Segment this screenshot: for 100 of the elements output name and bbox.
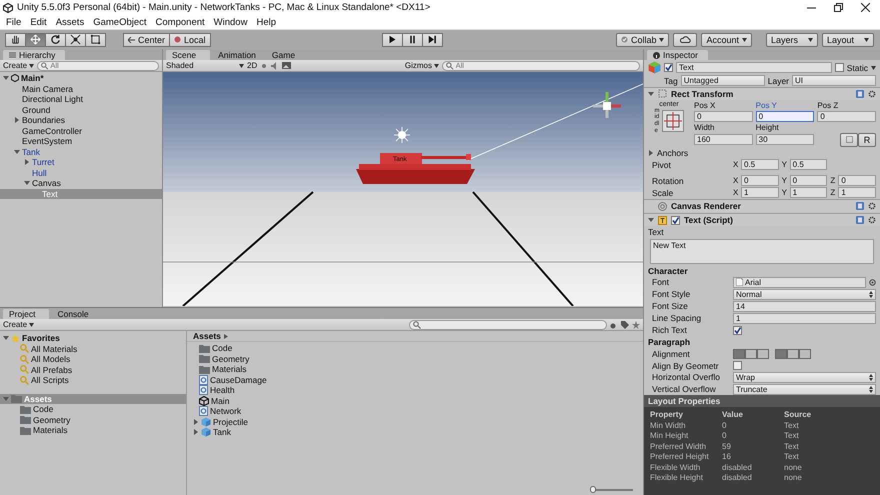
number-field[interactable]: 0 [838, 175, 876, 186]
vertical-align-button[interactable] [787, 348, 799, 359]
view-tab[interactable]: Scene [166, 50, 210, 60]
hierarchy-item[interactable]: Directional Light [0, 94, 162, 104]
object-picker-icon[interactable] [869, 278, 876, 286]
number-field[interactable]: 0.5 [790, 159, 828, 170]
asset-item[interactable]: Materials [193, 364, 643, 374]
menu-item[interactable]: Edit [30, 16, 47, 28]
position-field[interactable]: 0 [756, 110, 814, 122]
blueprint-mode-button[interactable] [840, 132, 858, 147]
asset-item[interactable]: Code [193, 343, 643, 354]
favorite-search-item[interactable]: All Scripts [0, 375, 186, 386]
number-field[interactable]: 1 [838, 187, 876, 198]
dropdown[interactable]: Normal [733, 288, 876, 300]
vertical-align-button[interactable] [775, 348, 787, 359]
hierarchy-item[interactable]: Turret [0, 157, 162, 168]
expanded-arrow-icon[interactable] [3, 75, 9, 82]
position-field[interactable]: 0 [694, 110, 753, 122]
hierarchy-tab[interactable]: Hierarchy [3, 50, 66, 60]
expanded-arrow-icon[interactable] [3, 335, 9, 342]
hierarchy-item[interactable]: Boundaries [0, 115, 162, 126]
collapsed-arrow-icon[interactable] [24, 159, 30, 166]
folder-item[interactable]: Code [0, 404, 186, 414]
scene-root-item[interactable]: Main* [0, 73, 162, 84]
cloud-button[interactable] [673, 32, 698, 46]
size-field[interactable]: 160 [694, 134, 753, 146]
shading-dropdown[interactable]: Shaded [166, 61, 244, 70]
number-field[interactable]: 1 [733, 312, 876, 324]
size-field[interactable]: 30 [756, 134, 814, 146]
horizontal-align-button[interactable] [757, 348, 769, 359]
pivot-toggle[interactable]: Center [123, 32, 170, 46]
image-icon[interactable] [282, 62, 292, 69]
hierarchy-item[interactable]: Hull [0, 168, 162, 178]
favorite-search-item[interactable]: All Models [0, 354, 186, 364]
panel-tab[interactable]: Console [51, 309, 103, 319]
asset-item[interactable]: Network [193, 406, 643, 416]
hierarchy-item[interactable]: Main Camera [0, 84, 162, 94]
star-icon[interactable] [632, 320, 640, 328]
checkbox[interactable] [671, 216, 680, 225]
inspector-tab[interactable]: Inspector [647, 50, 708, 60]
asset-item[interactable]: Main [193, 396, 643, 406]
number-field[interactable]: 1 [741, 187, 779, 198]
favorites-item[interactable]: Favorites [0, 333, 186, 344]
asset-item[interactable]: Geometry [193, 354, 643, 364]
collapsed-arrow-icon[interactable] [14, 117, 20, 124]
expanded-arrow-icon[interactable] [648, 90, 654, 97]
horizontal-align-button[interactable] [733, 348, 745, 359]
gizmos-dropdown[interactable]: Gizmos [404, 61, 439, 70]
hierarchy-item[interactable]: Tank [0, 146, 162, 157]
tool-button[interactable] [65, 32, 86, 46]
checkbox[interactable] [733, 326, 742, 335]
playback-button[interactable] [402, 32, 424, 46]
dropdown[interactable]: Wrap [733, 372, 876, 383]
menu-item[interactable]: Assets [56, 16, 84, 28]
layer-dropdown[interactable]: UI [792, 75, 876, 86]
menu-item[interactable]: GameObject [93, 16, 147, 28]
number-field[interactable]: 14 [733, 300, 876, 312]
position-field[interactable]: 0 [817, 110, 876, 122]
2d-toggle[interactable]: 2D [247, 61, 258, 70]
asset-item[interactable]: Projectile [193, 416, 643, 427]
dropdown[interactable]: Truncate [733, 384, 876, 395]
text-area[interactable]: New Text [650, 238, 874, 264]
asset-item[interactable]: CauseDamage [193, 374, 643, 385]
tool-button[interactable] [85, 32, 106, 46]
help-book-icon[interactable] [856, 90, 864, 98]
create-dropdown[interactable]: Create [3, 320, 34, 329]
folder-item[interactable]: Materials [0, 425, 186, 436]
dropdown-button[interactable]: Account [701, 32, 752, 46]
number-field[interactable]: 0 [790, 175, 828, 186]
playback-button[interactable] [382, 32, 404, 46]
view-tab[interactable]: Animation [212, 50, 264, 60]
create-dropdown[interactable]: Create [3, 61, 34, 70]
horizontal-align-button[interactable] [745, 348, 757, 359]
dropdown-button[interactable]: Layers [766, 32, 818, 46]
expanded-arrow-icon[interactable] [648, 217, 654, 224]
slider-thumb[interactable] [590, 486, 596, 493]
view-tab[interactable]: Game [266, 50, 304, 60]
dropdown-button[interactable]: Collab [616, 32, 670, 46]
vertical-align-button[interactable] [799, 348, 811, 359]
folder-item[interactable]: Geometry [0, 414, 186, 425]
hierarchy-item[interactable]: Canvas [0, 178, 162, 188]
menu-item[interactable]: Window [214, 16, 248, 28]
number-field[interactable]: 0.5 [741, 159, 779, 170]
number-field[interactable]: 1 [790, 187, 828, 198]
gear-icon[interactable] [868, 90, 876, 98]
search-field[interactable] [409, 320, 607, 330]
panel-tab[interactable]: Project [3, 309, 50, 319]
expanded-arrow-icon[interactable] [14, 148, 20, 155]
tool-button[interactable] [45, 32, 66, 46]
menu-item[interactable]: File [6, 16, 22, 28]
breadcrumb-link[interactable]: Assets [193, 331, 221, 341]
number-field[interactable]: 0 [741, 175, 779, 186]
asset-item[interactable]: Tank [193, 427, 643, 438]
dropdown-button[interactable]: Layout [822, 32, 874, 46]
asset-item[interactable]: Health [193, 385, 643, 396]
expanded-arrow-icon[interactable] [3, 396, 9, 402]
orientation-gizmo-icon[interactable] [593, 92, 621, 118]
tag-dropdown[interactable]: Untagged [680, 75, 765, 86]
hierarchy-item[interactable]: GameController [0, 126, 162, 136]
checkbox[interactable] [664, 63, 673, 72]
